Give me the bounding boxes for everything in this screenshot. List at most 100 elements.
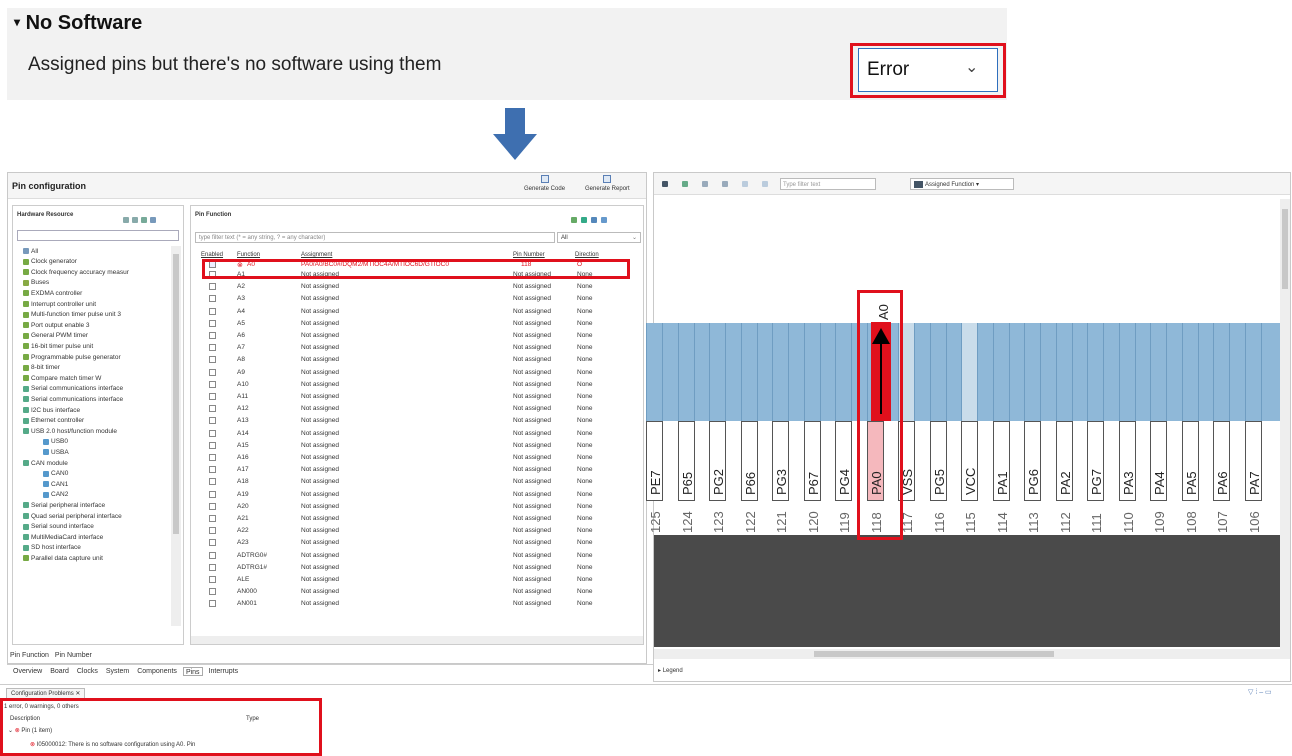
toolbar-icon-5[interactable]: [742, 181, 748, 187]
toolbar-icon-1[interactable]: [662, 181, 668, 187]
tree-item[interactable]: Programmable pulse generator: [23, 352, 121, 362]
pin-grid-hscrollbar[interactable]: [191, 636, 643, 644]
enabled-checkbox[interactable]: [209, 319, 216, 327]
enabled-checkbox[interactable]: [209, 307, 216, 315]
hw-tree-scrollbar[interactable]: [171, 246, 181, 626]
enabled-checkbox[interactable]: [209, 429, 216, 437]
tree-item[interactable]: Multi-function timer pulse unit 3: [23, 310, 121, 320]
pin-pg5[interactable]: PG5 116: [928, 323, 949, 535]
enabled-checkbox[interactable]: [209, 551, 216, 559]
enabled-checkbox[interactable]: [209, 356, 216, 364]
tree-item[interactable]: SD host interface: [23, 543, 81, 553]
pin-p67[interactable]: P67 120: [802, 323, 823, 535]
enabled-checkbox[interactable]: [209, 454, 216, 461]
pin-pg7[interactable]: PG7 111: [1085, 323, 1106, 535]
grid-column-header[interactable]: Pin Number: [513, 251, 545, 259]
table-row[interactable]: A5 Not assigned Not assigned None: [191, 319, 643, 329]
pin-filter-input[interactable]: type filter text (* = any string, ? = an…: [195, 232, 555, 243]
enabled-checkbox[interactable]: [209, 368, 216, 376]
tree-item[interactable]: Ethernet controller: [23, 416, 84, 426]
tree-item[interactable]: General PWM timer: [23, 331, 88, 341]
table-row[interactable]: A14 Not assigned Not assigned None: [191, 429, 643, 439]
pin-filter-scope-select[interactable]: All ⌄: [557, 232, 641, 243]
pin-pa6[interactable]: PA6 107: [1211, 323, 1232, 535]
pin-pg3[interactable]: PG3 121: [770, 323, 791, 535]
tree-item[interactable]: 8-bit timer: [23, 363, 60, 373]
diagram-filter-input[interactable]: Type filter text: [780, 178, 876, 190]
enabled-checkbox[interactable]: [209, 295, 216, 303]
toolbar-icon-4[interactable]: [722, 181, 728, 187]
generate-code-button[interactable]: Generate Code: [524, 175, 565, 193]
tree-item[interactable]: All: [23, 246, 38, 256]
enabled-checkbox[interactable]: [209, 405, 216, 413]
tree-item[interactable]: Port output enable 3: [23, 320, 90, 330]
assigned-function-select[interactable]: Assigned Function ▾: [910, 178, 1014, 190]
preference-title[interactable]: ▾ No Software: [14, 12, 142, 35]
view-menu-icons[interactable]: ▽ ⁞ ‒ ▭: [1248, 688, 1272, 697]
table-row[interactable]: A23 Not assigned Not assigned None: [191, 538, 643, 548]
table-row[interactable]: A13 Not assigned Not assigned None: [191, 416, 643, 426]
table-row[interactable]: A21 Not assigned Not assigned None: [191, 514, 643, 524]
editor-tab[interactable]: Interrupts: [207, 667, 241, 676]
table-row[interactable]: A20 Not assigned Not assigned None: [191, 502, 643, 512]
enabled-checkbox[interactable]: [209, 344, 216, 352]
table-row[interactable]: A8 Not assigned Not assigned None: [191, 355, 643, 365]
pin-p66[interactable]: P66 122: [739, 323, 760, 535]
table-row[interactable]: AN000 Not assigned Not assigned None: [191, 587, 643, 597]
tree-item[interactable]: Buses: [23, 278, 49, 288]
toolbar-icon-3[interactable]: [702, 181, 708, 187]
enabled-checkbox[interactable]: [209, 502, 216, 510]
enabled-checkbox[interactable]: [209, 490, 216, 498]
grid-column-header[interactable]: Assignment: [301, 251, 332, 259]
tree-item[interactable]: I2C bus interface: [23, 405, 80, 415]
table-row[interactable]: A2 Not assigned Not assigned None: [191, 282, 643, 292]
enabled-checkbox[interactable]: [209, 515, 216, 522]
tree-item[interactable]: Interrupt controller unit: [23, 299, 96, 309]
grid-column-header[interactable]: Function: [237, 251, 260, 259]
tree-item[interactable]: Compare match timer W: [23, 373, 101, 383]
enabled-checkbox[interactable]: [209, 380, 216, 388]
grid-column-header[interactable]: Direction: [575, 251, 599, 259]
enabled-checkbox[interactable]: [209, 563, 216, 571]
table-row[interactable]: A11 Not assigned Not assigned None: [191, 392, 643, 402]
table-row[interactable]: A17 Not assigned Not assigned None: [191, 465, 643, 475]
enabled-checkbox[interactable]: [209, 539, 216, 547]
pin-pa2[interactable]: PA2 112: [1054, 323, 1075, 535]
pin-p65[interactable]: P65 124: [676, 323, 697, 535]
diagram-hscrollbar[interactable]: [654, 649, 1280, 659]
tree-item[interactable]: Serial communications interface: [23, 394, 123, 404]
tree-item[interactable]: Parallel data capture unit: [23, 553, 103, 563]
editor-tab[interactable]: System: [104, 667, 131, 676]
enabled-checkbox[interactable]: [209, 478, 216, 486]
editor-tab[interactable]: Overview: [11, 667, 44, 676]
tree-item[interactable]: Serial communications interface: [23, 384, 123, 394]
table-row[interactable]: A6 Not assigned Not assigned None: [191, 331, 643, 341]
table-row[interactable]: A3 Not assigned Not assigned None: [191, 294, 643, 304]
enabled-checkbox[interactable]: [209, 441, 216, 449]
pin-function-toolbar[interactable]: [571, 210, 637, 223]
enabled-checkbox[interactable]: [209, 588, 216, 596]
tree-item[interactable]: CAN1: [43, 479, 68, 489]
enabled-checkbox[interactable]: [209, 466, 216, 474]
table-row[interactable]: AN001 Not assigned Not assigned None: [191, 599, 643, 609]
pin-vcc[interactable]: VCC 115: [959, 323, 980, 535]
tree-item[interactable]: Quad serial peripheral interface: [23, 511, 122, 521]
table-row[interactable]: A18 Not assigned Not assigned None: [191, 477, 643, 487]
tree-item[interactable]: CAN module: [23, 458, 68, 468]
tree-item[interactable]: MultiMediaCard interface: [23, 532, 103, 542]
diagram-vscrollbar[interactable]: [1280, 199, 1290, 659]
tree-item[interactable]: USB0: [43, 437, 68, 447]
pin-pg2[interactable]: PG2 123: [707, 323, 728, 535]
pin-pa5[interactable]: PA5 108: [1180, 323, 1201, 535]
enabled-checkbox[interactable]: [209, 417, 216, 425]
tree-item[interactable]: Clock frequency accuracy measur: [23, 267, 129, 277]
pin-pa3[interactable]: PA3 110: [1117, 323, 1138, 535]
toolbar-icon-2[interactable]: [682, 181, 688, 187]
pin-pg4[interactable]: PG4 119: [833, 323, 854, 535]
tree-item[interactable]: 16-bit timer pulse unit: [23, 341, 93, 351]
tree-item[interactable]: USB 2.0 host/function module: [23, 426, 117, 436]
editor-tab[interactable]: Components: [135, 667, 179, 676]
pin-pa7[interactable]: PA7 106: [1243, 323, 1264, 535]
generate-report-button[interactable]: Generate Report: [585, 175, 630, 193]
pin-pa4[interactable]: PA4 109: [1148, 323, 1169, 535]
